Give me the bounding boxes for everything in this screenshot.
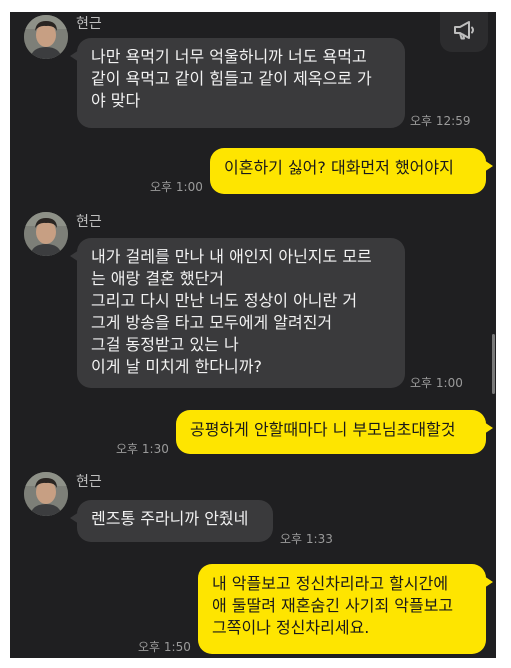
message-time: 오후 12:59 [410,114,471,128]
avatar[interactable] [24,472,68,516]
message-bubble[interactable]: 내 악플보고 정신차리라고 할시간에 애 둘딸려 재혼숨긴 사기죄 악플보고 그… [198,564,493,654]
notice-button[interactable] [440,12,488,52]
sender-name: 현근 [76,214,102,230]
message-bubble[interactable]: 렌즈통 주라니까 안줬네 [70,500,273,542]
message-time: 오후 1:30 [116,442,169,456]
avatar[interactable] [24,212,68,256]
message-bubble[interactable]: 이혼하기 싫어? 대화먼저 했어야지 [210,148,493,194]
scrollbar[interactable] [492,334,495,394]
message-bubble[interactable]: 공평하게 안할때마다 니 부모님초대할것 [176,410,493,454]
message-time: 오후 1:33 [280,532,333,546]
message-time: 오후 1:00 [150,180,203,194]
message-bubble[interactable]: 나만 욕먹기 너무 억울하니까 너도 욕먹고 같이 욕먹고 같이 힘들고 같이 … [70,38,405,128]
chat-window: 현근 나만 욕먹기 너무 억울하니까 너도 욕먹고 같이 욕먹고 같이 힘들고 … [10,12,496,658]
sender-name: 현근 [76,474,102,490]
megaphone-icon [452,19,476,45]
message-bubble[interactable]: 내가 걸레를 만나 내 애인지 아닌지도 모르 는 애랑 결혼 했단거 그리고 … [70,238,405,388]
message-time: 오후 1:00 [410,376,463,390]
sender-name: 현근 [76,16,102,32]
avatar[interactable] [24,15,68,59]
message-time: 오후 1:50 [138,640,191,654]
